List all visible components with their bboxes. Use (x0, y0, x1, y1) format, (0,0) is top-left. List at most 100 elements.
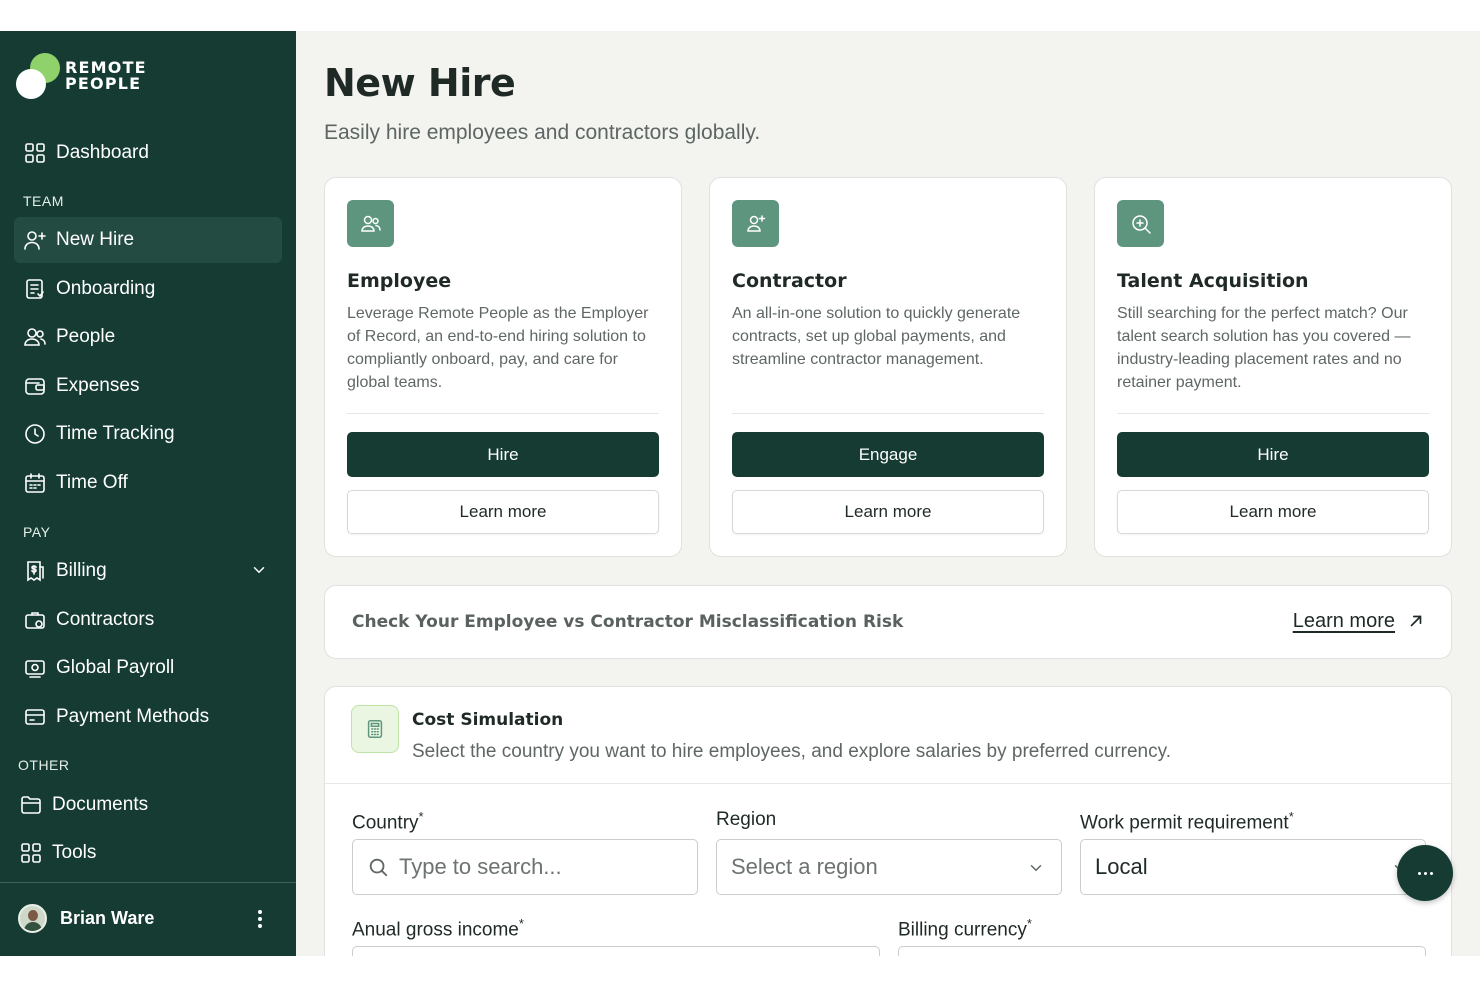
misclassification-risk-banner: Check Your Employee vs Contractor Miscla… (324, 585, 1452, 659)
avatar (18, 904, 47, 933)
work-permit-value: Local (1095, 854, 1148, 879)
wallet-icon (23, 374, 47, 398)
sidebar-item-billing[interactable]: Billing (14, 548, 282, 594)
sidebar-item-label: Onboarding (56, 278, 156, 299)
sidebar-item-label: Billing (56, 560, 107, 581)
work-permit-label: Work permit requirement* (1080, 809, 1294, 834)
external-arrow-icon[interactable] (1407, 612, 1425, 630)
contractor-learn-more-button[interactable]: Learn more (732, 490, 1044, 534)
more-actions-button[interactable] (1397, 845, 1453, 901)
page-title: New Hire (324, 61, 516, 105)
sidebar-item-expenses[interactable]: Expenses (14, 363, 282, 409)
card-divider (1117, 413, 1429, 414)
brand-name: REMOTE PEOPLE (65, 58, 147, 93)
region-placeholder: Select a region (731, 854, 878, 879)
region-select[interactable]: Select a region (716, 839, 1062, 895)
region-label: Region (716, 809, 777, 830)
app-window: REMOTE PEOPLE Dashboard TEAM New Hire On… (0, 31, 1480, 956)
cost-simulation-subtitle: Select the country you want to hire empl… (412, 741, 1171, 762)
card-title: Talent Acquisition (1117, 270, 1309, 292)
clock-icon (23, 422, 47, 446)
sidebar-item-label: Documents (52, 794, 149, 815)
sidebar-item-label: Tools (52, 842, 97, 863)
sidebar-item-time-tracking[interactable]: Time Tracking (14, 411, 282, 457)
talent-learn-more-button[interactable]: Learn more (1117, 490, 1429, 534)
briefcase-icon (23, 608, 47, 632)
logo-mark-icon (16, 53, 62, 99)
cost-simulation-title: Cost Simulation (412, 710, 564, 730)
sidebar-item-global-payroll[interactable]: Global Payroll (14, 645, 282, 691)
sidebar-item-label: Expenses (56, 375, 140, 396)
income-input[interactable] (352, 946, 880, 956)
country-placeholder: Type to search... (399, 854, 562, 879)
sidebar-item-new-hire[interactable]: New Hire (14, 217, 282, 263)
risk-learn-more-link[interactable]: Learn more (1293, 610, 1395, 633)
contractor-engage-button[interactable]: Engage (732, 432, 1044, 477)
employee-hire-button[interactable]: Hire (347, 432, 659, 477)
page-subtitle: Easily hire employees and contractors gl… (324, 121, 761, 144)
grid-icon (23, 141, 47, 165)
brand-logo[interactable]: REMOTE PEOPLE (16, 53, 147, 99)
sidebar-divider (0, 882, 296, 883)
sidebar-item-label: New Hire (56, 229, 135, 250)
contractor-card: Contractor An all-in-one solution to qui… (709, 177, 1067, 557)
card-description: Still searching for the perfect match? O… (1117, 305, 1411, 391)
chevron-down-icon (1030, 865, 1042, 872)
users-icon (23, 325, 47, 349)
employee-card: Employee Leverage Remote People as the E… (324, 177, 682, 557)
users-icon (347, 200, 394, 247)
more-options-icon[interactable] (250, 908, 270, 930)
sidebar-item-label: Time Tracking (56, 423, 175, 444)
sidebar-item-label: Dashboard (56, 142, 149, 163)
sidebar: REMOTE PEOPLE Dashboard TEAM New Hire On… (0, 31, 296, 956)
user-plus-icon (23, 228, 47, 252)
section-label-other: OTHER (18, 757, 70, 773)
cost-simulation-panel: Cost Simulation Select the country you w… (324, 686, 1452, 956)
sidebar-item-payment-methods[interactable]: Payment Methods (14, 694, 282, 740)
talent-hire-button[interactable]: Hire (1117, 432, 1429, 477)
chevron-down-icon[interactable] (250, 561, 268, 579)
section-label-pay: PAY (23, 524, 51, 540)
folder-icon (19, 793, 43, 817)
payroll-icon (23, 656, 47, 680)
talent-acquisition-card: Talent Acquisition Still searching for t… (1094, 177, 1452, 557)
sidebar-item-tools[interactable]: Tools (10, 830, 278, 876)
income-label: Anual gross income* (352, 916, 524, 941)
risk-banner-text: Check Your Employee vs Contractor Miscla… (352, 612, 904, 632)
sidebar-item-onboarding[interactable]: Onboarding (14, 266, 282, 312)
sidebar-item-label: People (56, 326, 116, 347)
card-divider (732, 413, 1044, 414)
search-icon (369, 858, 388, 877)
user-plus-icon (732, 200, 779, 247)
grid-icon (19, 841, 43, 865)
zoom-in-icon (1117, 200, 1164, 247)
sidebar-item-dashboard[interactable]: Dashboard (14, 130, 282, 176)
country-search-input[interactable]: Type to search... (352, 839, 698, 895)
employee-learn-more-button[interactable]: Learn more (347, 490, 659, 534)
sidebar-item-time-off[interactable]: Time Off (14, 460, 282, 506)
card-description: An all-in-one solution to quickly genera… (732, 305, 1021, 368)
user-profile[interactable]: Brian Ware (18, 904, 280, 933)
sidebar-item-label: Global Payroll (56, 657, 175, 678)
card-icon (23, 705, 47, 729)
calendar-icon (23, 471, 47, 495)
user-name: Brian Ware (60, 908, 155, 928)
sidebar-item-people[interactable]: People (14, 314, 282, 360)
panel-divider (325, 783, 1451, 784)
card-title: Contractor (732, 270, 847, 292)
sidebar-item-documents[interactable]: Documents (10, 782, 278, 828)
card-title: Employee (347, 270, 452, 292)
card-divider (347, 413, 659, 414)
calculator-icon (351, 705, 399, 753)
sidebar-item-label: Payment Methods (56, 706, 210, 727)
section-label-team: TEAM (23, 193, 64, 209)
work-permit-select[interactable]: Local (1080, 839, 1426, 895)
main-content: New Hire Easily hire employees and contr… (296, 31, 1480, 956)
currency-label: Billing currency* (898, 916, 1032, 941)
sidebar-item-label: Contractors (56, 609, 155, 630)
currency-select[interactable] (898, 946, 1426, 956)
invoice-icon (23, 559, 47, 583)
sidebar-item-contractors[interactable]: Contractors (14, 597, 282, 643)
card-description: Leverage Remote People as the Employer o… (347, 305, 649, 391)
country-label: Country* (352, 809, 424, 834)
